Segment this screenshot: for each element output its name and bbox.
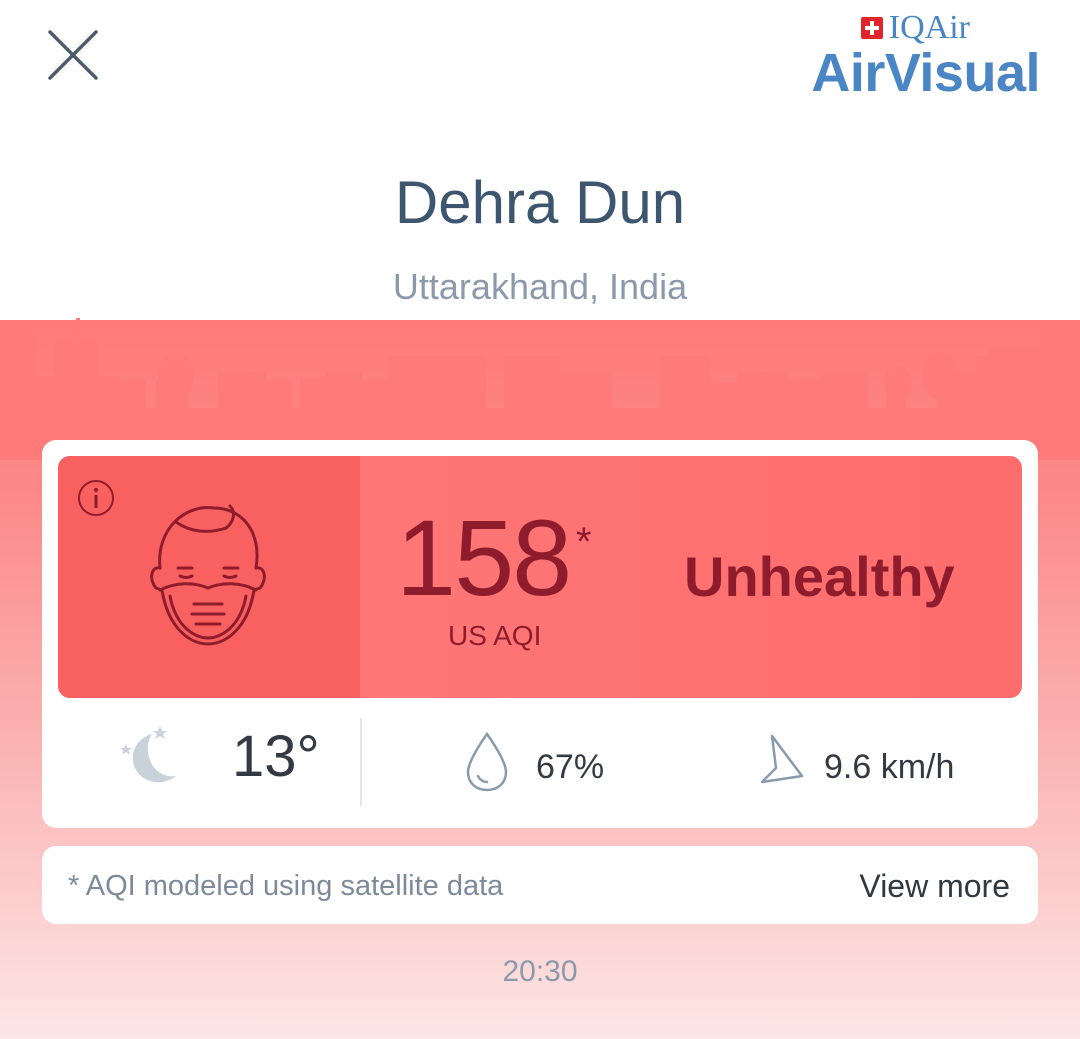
weather-row: 13° 67% 9.6 km/h bbox=[42, 698, 1038, 828]
iqair-logo: IQAir bbox=[860, 9, 970, 46]
info-icon[interactable] bbox=[76, 478, 116, 518]
temperature: 13° bbox=[232, 724, 320, 789]
aqi-card: 158 * US AQI Unhealthy 13° 67% 9.6 km/h bbox=[42, 440, 1038, 828]
aqi-value: 158 bbox=[396, 497, 572, 618]
timestamp: 20:30 bbox=[502, 955, 578, 988]
swiss-cross-icon bbox=[860, 17, 883, 39]
aqi-unit: US AQI bbox=[448, 620, 542, 651]
close-icon bbox=[48, 30, 98, 80]
city-skyline-illustration bbox=[0, 318, 1080, 460]
iqair-logo-text: IQAir bbox=[888, 9, 970, 46]
wind-arrow-icon bbox=[760, 734, 804, 784]
weather-divider bbox=[360, 718, 362, 806]
aqi-asterisk: * bbox=[576, 520, 592, 564]
note-card: * AQI modeled using satellite data View … bbox=[42, 846, 1038, 924]
humidity: 67% bbox=[536, 748, 605, 786]
drop-icon bbox=[466, 731, 508, 792]
aqi-status: Unhealthy bbox=[684, 545, 955, 608]
close-button[interactable] bbox=[40, 22, 106, 88]
face-block bbox=[58, 456, 360, 698]
region-name: Uttarakhand, India bbox=[392, 266, 688, 307]
city-name: Dehra Dun bbox=[394, 169, 686, 236]
aqi-panel[interactable]: 158 * US AQI Unhealthy bbox=[58, 456, 1022, 698]
moon-icon bbox=[120, 726, 176, 783]
mask-face-icon bbox=[150, 504, 266, 646]
wind-speed: 9.6 km/h bbox=[824, 748, 955, 786]
view-more-link[interactable]: View more bbox=[859, 868, 1010, 905]
airvisual-logo-text: AirVisual bbox=[811, 43, 1040, 103]
satellite-note: * AQI modeled using satellite data bbox=[68, 870, 504, 902]
